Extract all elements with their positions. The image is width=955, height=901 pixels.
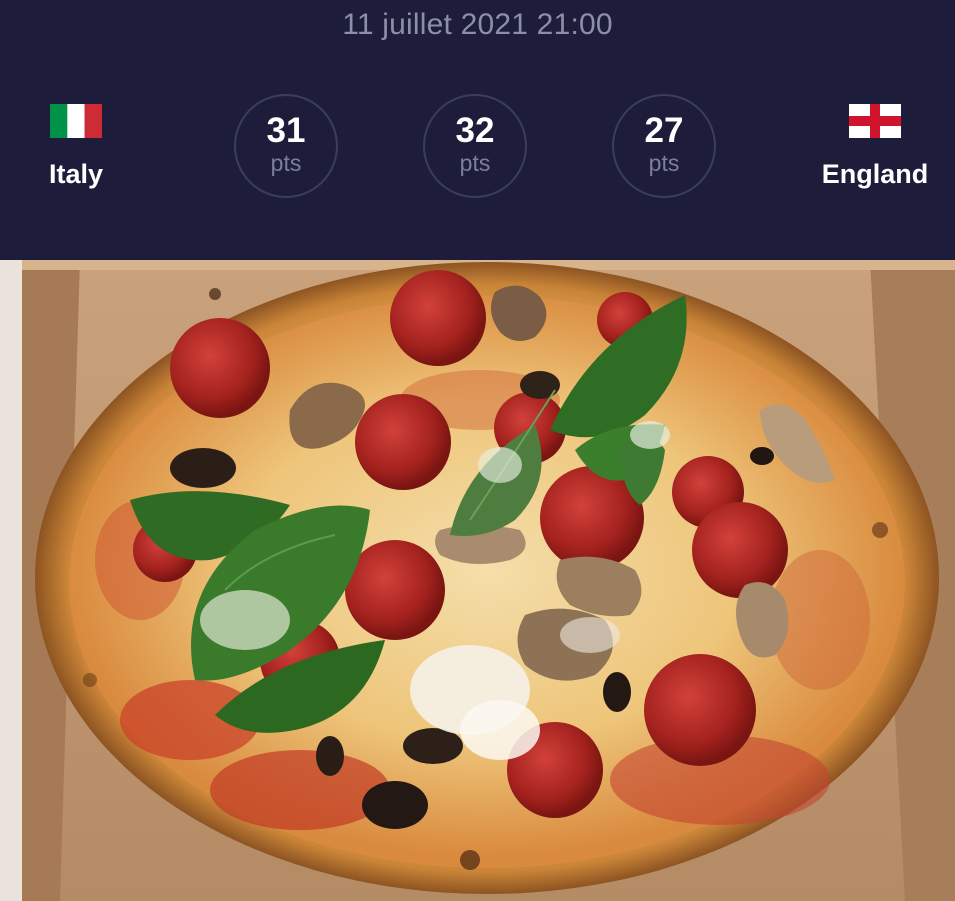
score-value: 31 xyxy=(266,111,306,150)
home-team-name: Italy xyxy=(48,159,104,189)
score-circle-3[interactable]: 27 pts xyxy=(612,94,716,198)
score-circle-2[interactable]: 32 pts xyxy=(423,94,527,198)
match-date: 11 juillet 2021 21:00 xyxy=(342,8,613,41)
pizza-photo xyxy=(0,260,955,901)
score-unit: pts xyxy=(459,150,491,176)
match-header: 11 juillet 2021 21:00 Italy 31 pts 32 pt… xyxy=(0,0,955,260)
italy-flag-icon xyxy=(50,104,102,138)
england-flag-icon xyxy=(849,104,901,138)
away-team-name: England xyxy=(821,159,929,189)
home-team[interactable]: Italy xyxy=(20,104,132,190)
score-unit: pts xyxy=(648,150,680,176)
away-team[interactable]: England xyxy=(813,104,937,190)
score-value: 32 xyxy=(455,111,495,150)
score-unit: pts xyxy=(270,150,302,176)
score-circle-1[interactable]: 31 pts xyxy=(234,94,338,198)
match-card: 11 juillet 2021 21:00 Italy 31 pts 32 pt… xyxy=(0,0,955,901)
score-value: 27 xyxy=(644,111,684,150)
